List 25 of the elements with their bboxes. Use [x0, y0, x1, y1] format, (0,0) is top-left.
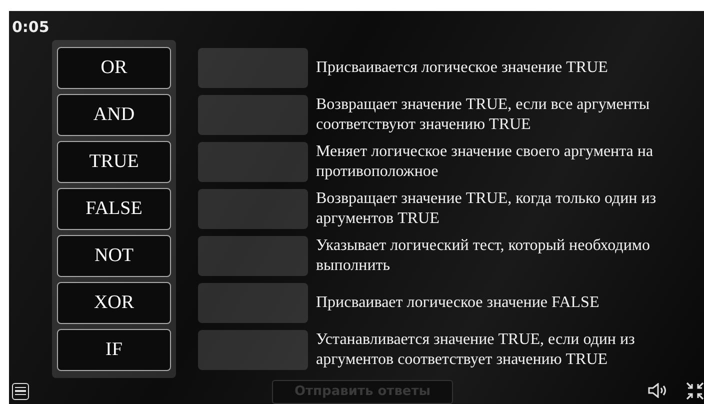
- term-button[interactable]: OR: [57, 47, 171, 89]
- term-button[interactable]: TRUE: [57, 141, 171, 183]
- menu-button[interactable]: [12, 382, 29, 400]
- definition-text: Возвращает значение TRUE, когда только один из аргументов TRUE: [316, 189, 658, 229]
- drop-slot[interactable]: [198, 283, 308, 323]
- drop-slot[interactable]: [198, 330, 308, 370]
- drop-slot[interactable]: [198, 236, 308, 276]
- definition-text: Присваивает логическое значение FALSE: [316, 293, 600, 313]
- drop-slot[interactable]: [198, 95, 308, 135]
- drop-slot[interactable]: [198, 142, 308, 182]
- timer: 0:05: [11, 17, 50, 38]
- definition-text: Меняет логическое значение своего аргумента на противоположное: [316, 142, 654, 182]
- drop-slot[interactable]: [198, 189, 308, 229]
- drop-slot[interactable]: [198, 48, 308, 88]
- term-button[interactable]: FALSE: [57, 188, 171, 230]
- definition-text: Возвращает значение TRUE, если все аргументы соответствуют значению TRUE: [316, 95, 651, 135]
- term-button[interactable]: NOT: [57, 235, 171, 277]
- exit-fullscreen-icon[interactable]: [686, 382, 704, 400]
- definition-text: Устанавливается значение TRUE, если один из аргументов соответствует значению TRUE: [316, 330, 636, 370]
- term-button[interactable]: XOR: [57, 282, 171, 324]
- definition-text: Указывает логический тест, который необходимо выполнить: [316, 236, 651, 276]
- term-button[interactable]: AND: [57, 94, 171, 136]
- speaker-icon[interactable]: [648, 383, 667, 398]
- term-button[interactable]: IF: [57, 329, 171, 371]
- definition-text: Присваивается логическое значение TRUE: [316, 58, 608, 78]
